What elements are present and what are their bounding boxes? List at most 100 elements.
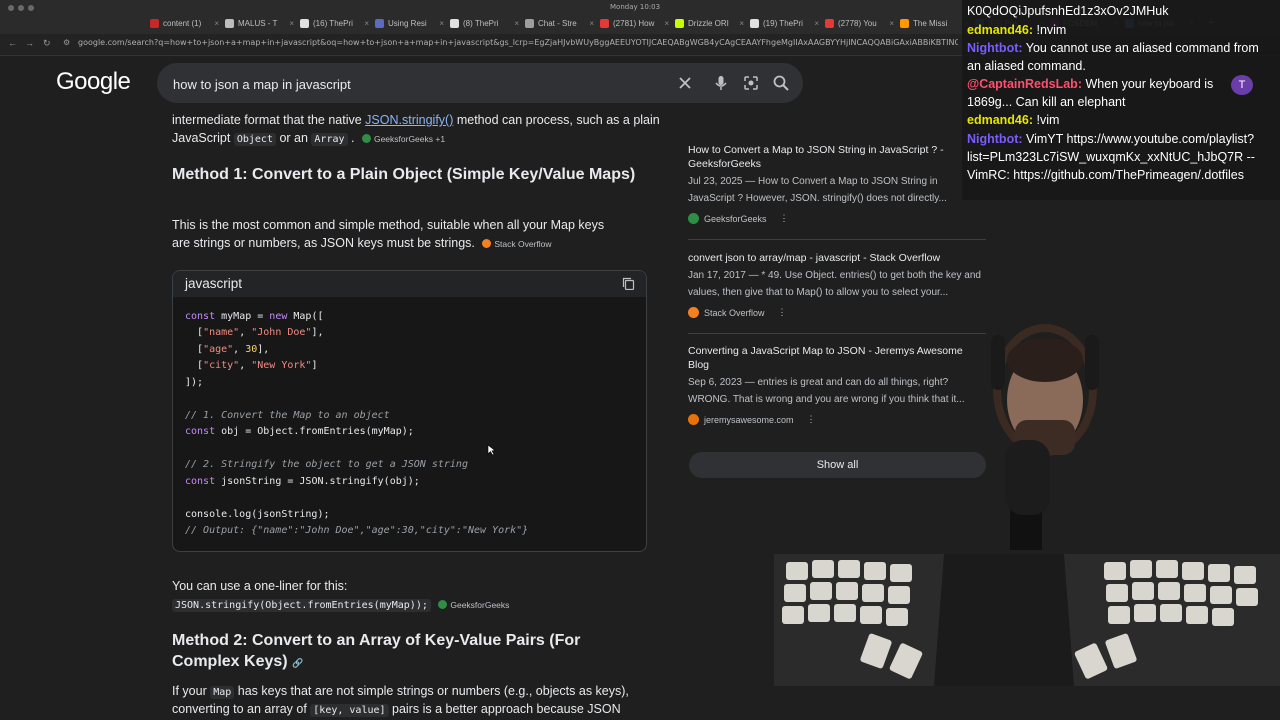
code-token: jsonString = JSON.stringify(obj); [215, 476, 420, 487]
tab-label: The Missi [913, 19, 948, 28]
clear-search-icon[interactable] [676, 74, 694, 92]
avatar: T [1231, 75, 1253, 95]
browser-tab[interactable]: content (1) × [150, 15, 219, 32]
lens-search-icon[interactable] [742, 74, 760, 92]
result-source-3[interactable]: jeremysawesome.com ⋮ [688, 414, 816, 425]
copy-icon[interactable] [622, 277, 635, 290]
code-block-header [173, 271, 646, 297]
show-all-button[interactable]: Show all [689, 452, 986, 478]
source-chip-stackoverflow[interactable]: Stack Overflow [482, 235, 552, 253]
tab-label: Drizzle ORI [688, 19, 729, 28]
code-token: "name" [203, 327, 240, 338]
forward-icon[interactable]: → [25, 38, 34, 48]
tab-close-icon[interactable]: × [439, 19, 444, 28]
search-input[interactable]: how to json a map in javascript [173, 77, 351, 92]
chat-message-5: Nightbot: VimYT https://www.youtube.com/… [967, 130, 1272, 184]
tab-favicon-icon [225, 19, 234, 28]
browser-tab[interactable]: (2778) You × [825, 15, 894, 32]
more-options-icon[interactable]: ⋮ [778, 307, 787, 318]
window-minimize-dot[interactable] [18, 5, 24, 11]
oneliner-code: JSON.stringify(Object.fromEntries(myMap)… [172, 599, 431, 612]
code-token: [ [185, 327, 204, 338]
chat-message-4: edmand46: !vim [967, 111, 1272, 129]
chat-username: @CaptainRedsLab: [967, 77, 1082, 91]
source-chip-geeksforgeeks[interactable]: GeeksforGeeks +1 [361, 130, 446, 148]
tab-close-icon[interactable]: × [514, 19, 519, 28]
browser-tab[interactable]: (19) ThePri × [750, 15, 819, 32]
more-options-icon[interactable]: ⋮ [807, 414, 816, 425]
tab-close-icon[interactable]: × [589, 19, 594, 28]
result-snippet-3: Sep 6, 2023 — entries is great and can d… [688, 377, 965, 405]
code-token: const [185, 311, 216, 322]
tab-favicon-icon [600, 19, 609, 28]
window-maximize-dot[interactable] [28, 5, 34, 11]
result-title-2[interactable]: convert json to array/map - javascript -… [688, 252, 978, 266]
result-source-1[interactable]: GeeksforGeeks ⋮ [688, 213, 789, 224]
result-title-1[interactable]: How to Convert a Map to JSON String in J… [688, 144, 978, 171]
browser-tab[interactable]: MALUS - T × [225, 15, 294, 32]
chat-message-3: @CaptainRedsLab: When your keyboard is 1… [967, 75, 1237, 111]
voice-search-icon[interactable] [712, 74, 730, 92]
result-source-label: Stack Overflow [704, 307, 765, 318]
code-token: [ [185, 344, 204, 355]
chat-username: Nightbot: [967, 132, 1023, 146]
browser-tab[interactable]: Drizzle ORI × [675, 15, 744, 32]
browser-tab[interactable]: (2781) How × [600, 15, 669, 32]
url-field[interactable]: google.com/search?q=how+to+json+a+map+in… [78, 38, 958, 47]
tab-close-icon[interactable]: × [889, 19, 894, 28]
tab-close-icon[interactable]: × [814, 19, 819, 28]
code-token: ], [311, 327, 324, 338]
tab-close-icon[interactable]: × [364, 19, 369, 28]
result-title-3[interactable]: Converting a JavaScript Map to JSON - Je… [688, 345, 978, 372]
code-token: "John Doe" [251, 327, 312, 338]
result-snippet-2: Jan 17, 2017 — * 49. Use Object. entries… [688, 270, 981, 298]
tab-label: (19) ThePri [763, 19, 803, 28]
window-close-dot[interactable] [8, 5, 14, 11]
google-logo[interactable]: Google [56, 68, 131, 96]
browser-tab[interactable]: Using Resi × [375, 15, 444, 32]
code-token: ], [257, 344, 270, 355]
code-line-4: ["city", "New York"] [185, 360, 317, 371]
more-options-icon[interactable]: ⋮ [780, 213, 789, 224]
oneliner-text: You can use a one-liner for this: [172, 579, 348, 593]
tab-close-icon[interactable]: × [664, 19, 669, 28]
browser-tab[interactable]: Chat - Stre × [525, 15, 594, 32]
tab-label: (2781) How [613, 19, 655, 28]
browser-tab[interactable]: (8) ThePri × [450, 15, 519, 32]
tab-favicon-icon [900, 19, 909, 28]
code-token: new [269, 311, 288, 322]
json-stringify-link[interactable]: JSON.stringify() [365, 113, 453, 127]
code-token: [ [185, 360, 204, 371]
method2-line1: If your Map has keys that are not simple… [172, 682, 629, 702]
site-info-icon[interactable]: ⚙ [63, 38, 70, 47]
oneliner-line: JSON.stringify(Object.fromEntries(myMap)… [172, 595, 509, 615]
search-icon[interactable] [772, 74, 790, 92]
tab-label: Using Resi [388, 19, 427, 28]
tab-label: Chat - Stre [538, 19, 577, 28]
source-chip-label: GeeksforGeeks +1 [373, 133, 446, 144]
code-token: Map([ [287, 311, 324, 322]
tab-close-icon[interactable]: × [289, 19, 294, 28]
back-icon[interactable]: ← [8, 38, 17, 48]
jeremysawesome-icon [688, 414, 699, 425]
link-icon[interactable]: 🔗 [292, 658, 303, 668]
source-chip-geeksforgeeks-2[interactable]: GeeksforGeeks [438, 596, 509, 614]
result-source-2[interactable]: Stack Overflow ⋮ [688, 307, 787, 318]
reload-icon[interactable]: ↻ [43, 38, 51, 49]
code-line-7: const jsonString = JSON.stringify(obj); [185, 476, 420, 487]
method2-text-4: pairs is a better approach because JSON [388, 702, 621, 716]
tab-close-icon[interactable]: × [739, 19, 744, 28]
browser-tab[interactable]: (16) ThePri × [300, 15, 369, 32]
result-source-label: GeeksforGeeks [704, 213, 767, 224]
tab-close-icon[interactable]: × [214, 19, 219, 28]
method2-text: If your [172, 684, 211, 698]
method2-text-3: converting to an array of [172, 702, 311, 716]
method2-text-2: has keys that are not simple strings or … [234, 684, 629, 698]
code-comment-2: // 2. Stringify the object to get a JSON… [185, 459, 468, 470]
stackoverflow-icon [482, 239, 492, 249]
browser-tab[interactable]: The Missi× [900, 15, 969, 32]
result-divider [688, 333, 986, 334]
webcam-person-image [991, 324, 1099, 550]
code-token: const [185, 426, 216, 437]
chat-username: edmand46: [967, 113, 1033, 127]
